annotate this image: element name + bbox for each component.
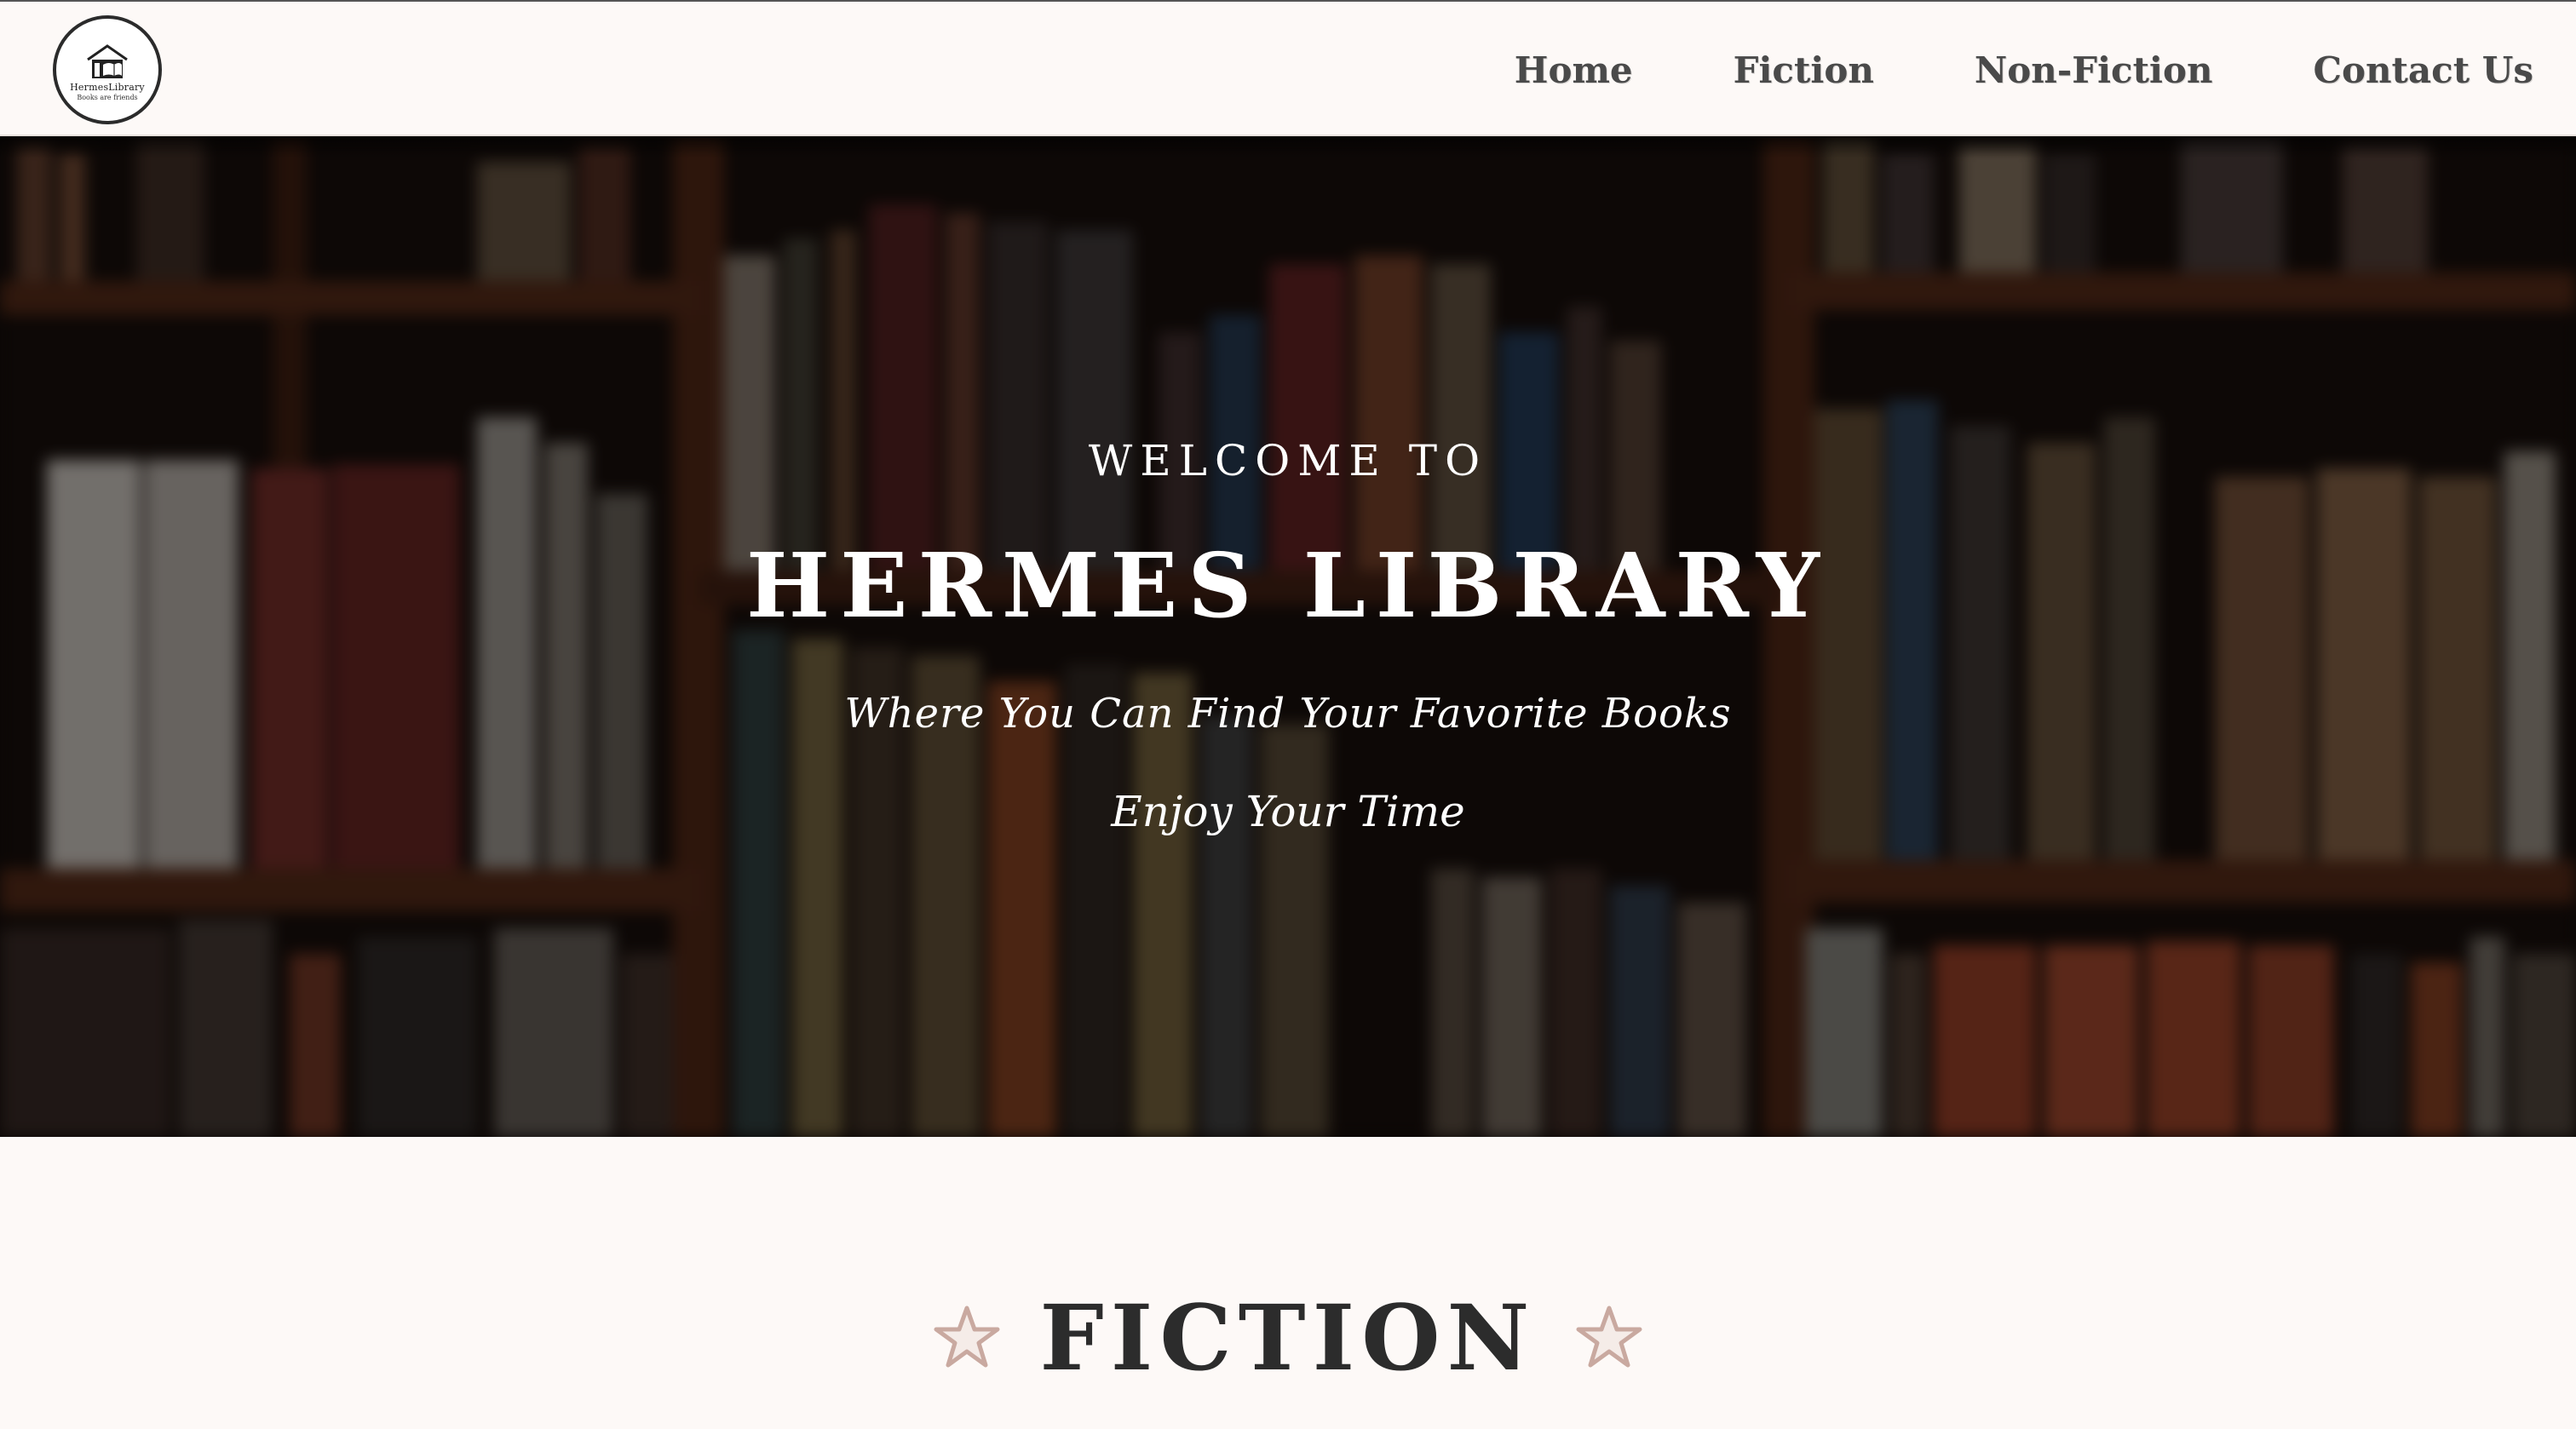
main-nav: Home Fiction Non-Fiction Contact Us <box>1414 2 2533 138</box>
site-logo[interactable]: HermesLibrary Books are friends <box>53 15 162 124</box>
fiction-section-heading: FICTION <box>0 1277 2576 1397</box>
hero-welcome-text: WELCOME TO <box>1088 436 1488 485</box>
site-header: HermesLibrary Books are friends Home Fic… <box>0 0 2576 136</box>
hero-tagline: Enjoy Your Time <box>1111 787 1465 836</box>
logo-name: HermesLibrary <box>70 81 145 93</box>
library-house-icon <box>87 43 128 78</box>
hero-text: WELCOME TO HERMES LIBRARY Where You Can … <box>0 136 2576 1137</box>
star-outline-icon <box>934 1306 1000 1368</box>
hero-subtitle: Where You Can Find Your Favorite Books <box>844 690 1732 737</box>
nav-non-fiction[interactable]: Non-Fiction <box>1975 49 2213 91</box>
hero-title: HERMES LIBRARY <box>746 533 1830 638</box>
nav-fiction[interactable]: Fiction <box>1734 49 1874 91</box>
nav-contact-us[interactable]: Contact Us <box>2314 49 2533 91</box>
section-title: FICTION <box>1039 1283 1537 1391</box>
star-outline-icon <box>1576 1306 1642 1368</box>
hero-banner: WELCOME TO HERMES LIBRARY Where You Can … <box>0 136 2576 1137</box>
nav-home[interactable]: Home <box>1515 49 1633 91</box>
logo-tagline: Books are friends <box>77 93 138 101</box>
